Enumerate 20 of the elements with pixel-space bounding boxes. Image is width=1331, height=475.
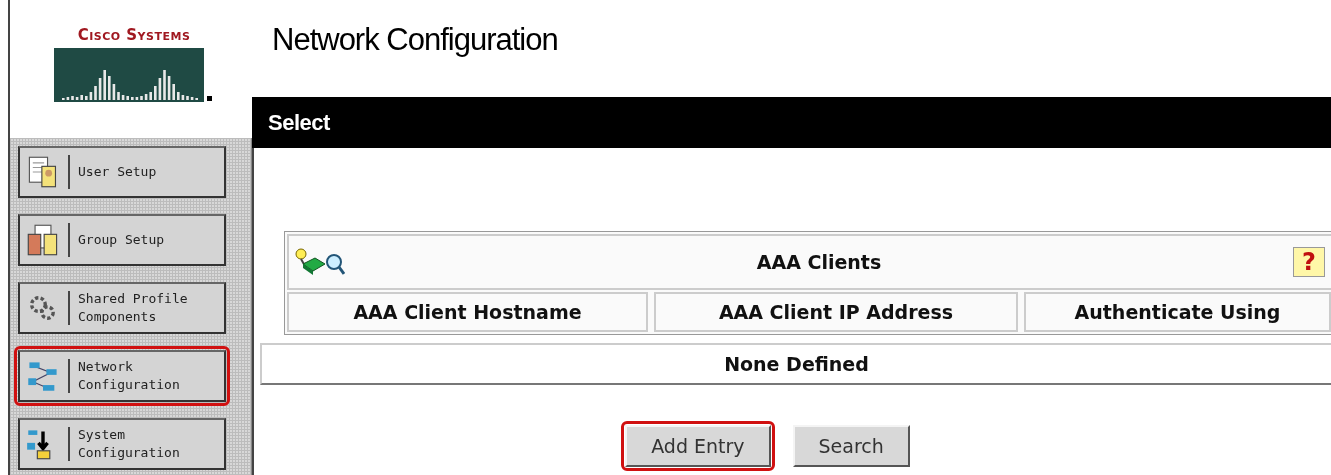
action-button[interactable]: Add Entry — [625, 425, 771, 467]
section-bar: Select — [252, 97, 1331, 148]
group-users-icon — [26, 223, 60, 257]
nav-button[interactable]: Group Setup — [18, 214, 226, 266]
nav-button[interactable]: Shared Profile Components — [18, 282, 226, 334]
empty-row: None Defined — [260, 343, 1331, 385]
nav-button[interactable]: System Configuration — [18, 418, 226, 470]
column-header: AAA Client IP Address — [654, 292, 1018, 332]
help-button[interactable]: ? — [1293, 247, 1325, 277]
nav-button[interactable]: Network Configuration — [18, 350, 226, 402]
network-diagram-icon — [26, 359, 60, 393]
nav-button[interactable]: User Setup — [18, 146, 226, 198]
column-header: AAA Client Hostname — [287, 292, 648, 332]
column-header: Authenticate Using — [1024, 292, 1331, 332]
page-title: Network Configuration — [271, 21, 559, 59]
device-search-icon — [295, 248, 345, 276]
table-title: AAA Clients — [755, 251, 883, 273]
bridge-logo-icon — [54, 48, 214, 102]
logo-text: Cisco Systems — [77, 26, 191, 44]
action-button[interactable]: Search — [792, 425, 910, 467]
